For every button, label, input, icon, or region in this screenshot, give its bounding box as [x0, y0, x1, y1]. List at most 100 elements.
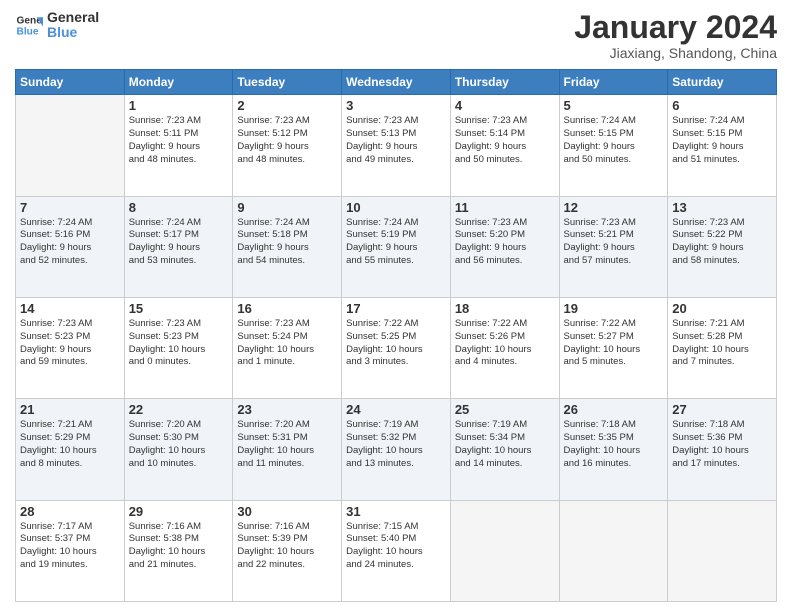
header-cell-friday: Friday — [559, 70, 668, 95]
day-cell — [450, 500, 559, 601]
day-info: Sunrise: 7:16 AM Sunset: 5:39 PM Dayligh… — [237, 521, 337, 572]
header-cell-tuesday: Tuesday — [233, 70, 342, 95]
day-number: 28 — [20, 504, 120, 519]
day-number: 1 — [129, 98, 229, 113]
day-number: 2 — [237, 98, 337, 113]
day-info: Sunrise: 7:23 AM Sunset: 5:24 PM Dayligh… — [237, 318, 337, 369]
day-cell: 17 Sunrise: 7:22 AM Sunset: 5:25 PM Dayli… — [342, 297, 451, 398]
week-row-2: 7Sunrise: 7:24 AM Sunset: 5:16 PM Daylig… — [16, 196, 777, 297]
week-row-3: 14 Sunrise: 7:23 AM Sunset: 5:23 PM Dayli… — [16, 297, 777, 398]
day-cell: 25 Sunrise: 7:19 AM Sunset: 5:34 PM Dayli… — [450, 399, 559, 500]
day-info: Sunrise: 7:22 AM Sunset: 5:26 PM Dayligh… — [455, 318, 555, 369]
week-row-4: 21 Sunrise: 7:21 AM Sunset: 5:29 PM Dayli… — [16, 399, 777, 500]
day-cell: 8 Sunrise: 7:24 AM Sunset: 5:17 PM Daylig… — [124, 196, 233, 297]
day-cell: 28Sunrise: 7:17 AM Sunset: 5:37 PM Dayli… — [16, 500, 125, 601]
day-number: 29 — [129, 504, 229, 519]
day-cell: 21 Sunrise: 7:21 AM Sunset: 5:29 PM Dayli… — [16, 399, 125, 500]
day-cell: 5 Sunrise: 7:24 AM Sunset: 5:15 PM Daylig… — [559, 95, 668, 196]
day-number: 9 — [237, 200, 337, 215]
day-number: 14 — [20, 301, 120, 316]
day-info: Sunrise: 7:19 AM Sunset: 5:34 PM Dayligh… — [455, 419, 555, 470]
header-cell-saturday: Saturday — [668, 70, 777, 95]
day-cell: 12Sunrise: 7:23 AM Sunset: 5:21 PM Dayli… — [559, 196, 668, 297]
header-cell-wednesday: Wednesday — [342, 70, 451, 95]
day-info: Sunrise: 7:22 AM Sunset: 5:27 PM Dayligh… — [564, 318, 664, 369]
day-cell: 16 Sunrise: 7:23 AM Sunset: 5:24 PM Dayli… — [233, 297, 342, 398]
day-info: Sunrise: 7:23 AM Sunset: 5:14 PM Dayligh… — [455, 115, 555, 166]
day-number: 18 — [455, 301, 555, 316]
day-number: 5 — [564, 98, 664, 113]
day-number: 7 — [20, 200, 120, 215]
week-row-5: 28Sunrise: 7:17 AM Sunset: 5:37 PM Dayli… — [16, 500, 777, 601]
day-info: Sunrise: 7:23 AM Sunset: 5:23 PM Dayligh… — [20, 318, 120, 369]
day-cell: 10 Sunrise: 7:24 AM Sunset: 5:19 PM Dayli… — [342, 196, 451, 297]
day-number: 21 — [20, 402, 120, 417]
day-number: 31 — [346, 504, 446, 519]
day-cell: 22 Sunrise: 7:20 AM Sunset: 5:30 PM Dayli… — [124, 399, 233, 500]
day-number: 17 — [346, 301, 446, 316]
day-cell: 23 Sunrise: 7:20 AM Sunset: 5:31 PM Dayli… — [233, 399, 342, 500]
day-info: Sunrise: 7:24 AM Sunset: 5:17 PM Dayligh… — [129, 217, 229, 268]
day-cell: 20Sunrise: 7:21 AM Sunset: 5:28 PM Dayli… — [668, 297, 777, 398]
day-info: Sunrise: 7:24 AM Sunset: 5:19 PM Dayligh… — [346, 217, 446, 268]
day-cell: 9 Sunrise: 7:24 AM Sunset: 5:18 PM Daylig… — [233, 196, 342, 297]
location: Jiaxiang, Shandong, China — [574, 45, 777, 61]
day-info: Sunrise: 7:20 AM Sunset: 5:31 PM Dayligh… — [237, 419, 337, 470]
day-info: Sunrise: 7:23 AM Sunset: 5:20 PM Dayligh… — [455, 217, 555, 268]
header-cell-thursday: Thursday — [450, 70, 559, 95]
day-number: 3 — [346, 98, 446, 113]
day-number: 16 — [237, 301, 337, 316]
day-cell: 2 Sunrise: 7:23 AM Sunset: 5:12 PM Daylig… — [233, 95, 342, 196]
day-cell: 14 Sunrise: 7:23 AM Sunset: 5:23 PM Dayli… — [16, 297, 125, 398]
day-cell: 24Sunrise: 7:19 AM Sunset: 5:32 PM Dayli… — [342, 399, 451, 500]
day-info: Sunrise: 7:21 AM Sunset: 5:29 PM Dayligh… — [20, 419, 120, 470]
day-cell: 31 Sunrise: 7:15 AM Sunset: 5:40 PM Dayli… — [342, 500, 451, 601]
day-cell: 27Sunrise: 7:18 AM Sunset: 5:36 PM Dayli… — [668, 399, 777, 500]
day-info: Sunrise: 7:22 AM Sunset: 5:25 PM Dayligh… — [346, 318, 446, 369]
calendar-page: General Blue General Blue January 2024 J… — [0, 0, 792, 612]
day-number: 8 — [129, 200, 229, 215]
day-info: Sunrise: 7:15 AM Sunset: 5:40 PM Dayligh… — [346, 521, 446, 572]
day-number: 26 — [564, 402, 664, 417]
title-block: January 2024 Jiaxiang, Shandong, China — [574, 10, 777, 61]
day-cell — [16, 95, 125, 196]
day-info: Sunrise: 7:20 AM Sunset: 5:30 PM Dayligh… — [129, 419, 229, 470]
header-cell-sunday: Sunday — [16, 70, 125, 95]
svg-text:General: General — [17, 16, 43, 27]
day-cell: 7Sunrise: 7:24 AM Sunset: 5:16 PM Daylig… — [16, 196, 125, 297]
day-info: Sunrise: 7:23 AM Sunset: 5:12 PM Dayligh… — [237, 115, 337, 166]
day-cell: 18 Sunrise: 7:22 AM Sunset: 5:26 PM Dayli… — [450, 297, 559, 398]
day-cell: 26Sunrise: 7:18 AM Sunset: 5:35 PM Dayli… — [559, 399, 668, 500]
logo-icon: General Blue — [15, 11, 43, 39]
day-number: 30 — [237, 504, 337, 519]
day-cell: 30 Sunrise: 7:16 AM Sunset: 5:39 PM Dayli… — [233, 500, 342, 601]
day-cell: 3Sunrise: 7:23 AM Sunset: 5:13 PM Daylig… — [342, 95, 451, 196]
day-cell: 1Sunrise: 7:23 AM Sunset: 5:11 PM Daylig… — [124, 95, 233, 196]
day-number: 19 — [564, 301, 664, 316]
day-number: 22 — [129, 402, 229, 417]
day-info: Sunrise: 7:24 AM Sunset: 5:18 PM Dayligh… — [237, 217, 337, 268]
day-number: 12 — [564, 200, 664, 215]
day-number: 15 — [129, 301, 229, 316]
header-cell-monday: Monday — [124, 70, 233, 95]
day-number: 10 — [346, 200, 446, 215]
day-cell — [559, 500, 668, 601]
day-info: Sunrise: 7:23 AM Sunset: 5:22 PM Dayligh… — [672, 217, 772, 268]
day-cell: 19 Sunrise: 7:22 AM Sunset: 5:27 PM Dayli… — [559, 297, 668, 398]
logo: General Blue General Blue — [15, 10, 99, 41]
day-cell: 29Sunrise: 7:16 AM Sunset: 5:38 PM Dayli… — [124, 500, 233, 601]
svg-text:Blue: Blue — [17, 27, 39, 38]
month-title: January 2024 — [574, 10, 777, 45]
day-info: Sunrise: 7:24 AM Sunset: 5:15 PM Dayligh… — [672, 115, 772, 166]
day-number: 13 — [672, 200, 772, 215]
day-number: 23 — [237, 402, 337, 417]
day-number: 4 — [455, 98, 555, 113]
day-cell: 13 Sunrise: 7:23 AM Sunset: 5:22 PM Dayli… — [668, 196, 777, 297]
day-number: 25 — [455, 402, 555, 417]
day-number: 11 — [455, 200, 555, 215]
day-info: Sunrise: 7:24 AM Sunset: 5:15 PM Dayligh… — [564, 115, 664, 166]
header-row: SundayMondayTuesdayWednesdayThursdayFrid… — [16, 70, 777, 95]
header: General Blue General Blue January 2024 J… — [15, 10, 777, 61]
day-info: Sunrise: 7:23 AM Sunset: 5:23 PM Dayligh… — [129, 318, 229, 369]
day-info: Sunrise: 7:18 AM Sunset: 5:36 PM Dayligh… — [672, 419, 772, 470]
